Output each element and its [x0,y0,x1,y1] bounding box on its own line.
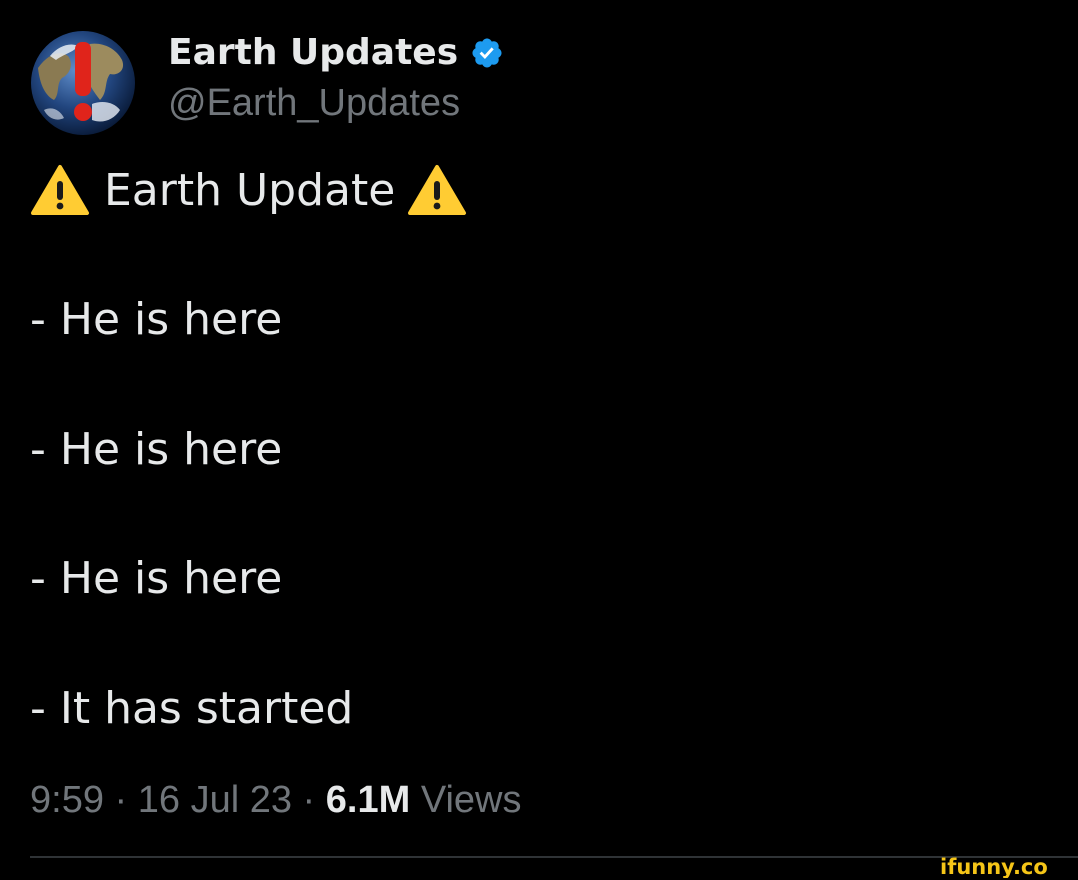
views-label: Views [420,779,522,821]
avatar[interactable] [30,30,136,136]
author-display-name[interactable]: Earth Updates [168,30,458,76]
tweet-heading: Earth Update [30,162,467,218]
tweet-line: - He is here [30,553,283,604]
ifunny-watermark-logo: ifunny.co [940,855,1048,878]
meta-separator: · [114,779,128,821]
warning-icon [31,165,89,215]
tweet-meta: 9:59 · 16 Jul 23 · 6.1M Views [30,776,522,824]
author-name[interactable]: Earth Updates [168,30,504,76]
tweet-line: - He is here [30,424,283,475]
tweet-time[interactable]: 9:59 [30,779,104,821]
earth-globe-alert-icon [30,30,136,136]
tweet-date[interactable]: 16 Jul 23 [138,779,292,821]
author-handle[interactable]: @Earth_Updates [168,80,460,126]
meta-separator: · [302,779,316,821]
warning-icon [408,165,467,215]
tweet-line: - He is here [30,294,283,345]
svg-text:ifunny.co: ifunny.co [940,855,1048,878]
tweet-line: - It has started [30,683,354,734]
views-count[interactable]: 6.1M [326,779,410,821]
verified-badge-icon [472,38,502,68]
tweet-heading-text: Earth Update [104,164,396,216]
divider [30,856,1078,858]
